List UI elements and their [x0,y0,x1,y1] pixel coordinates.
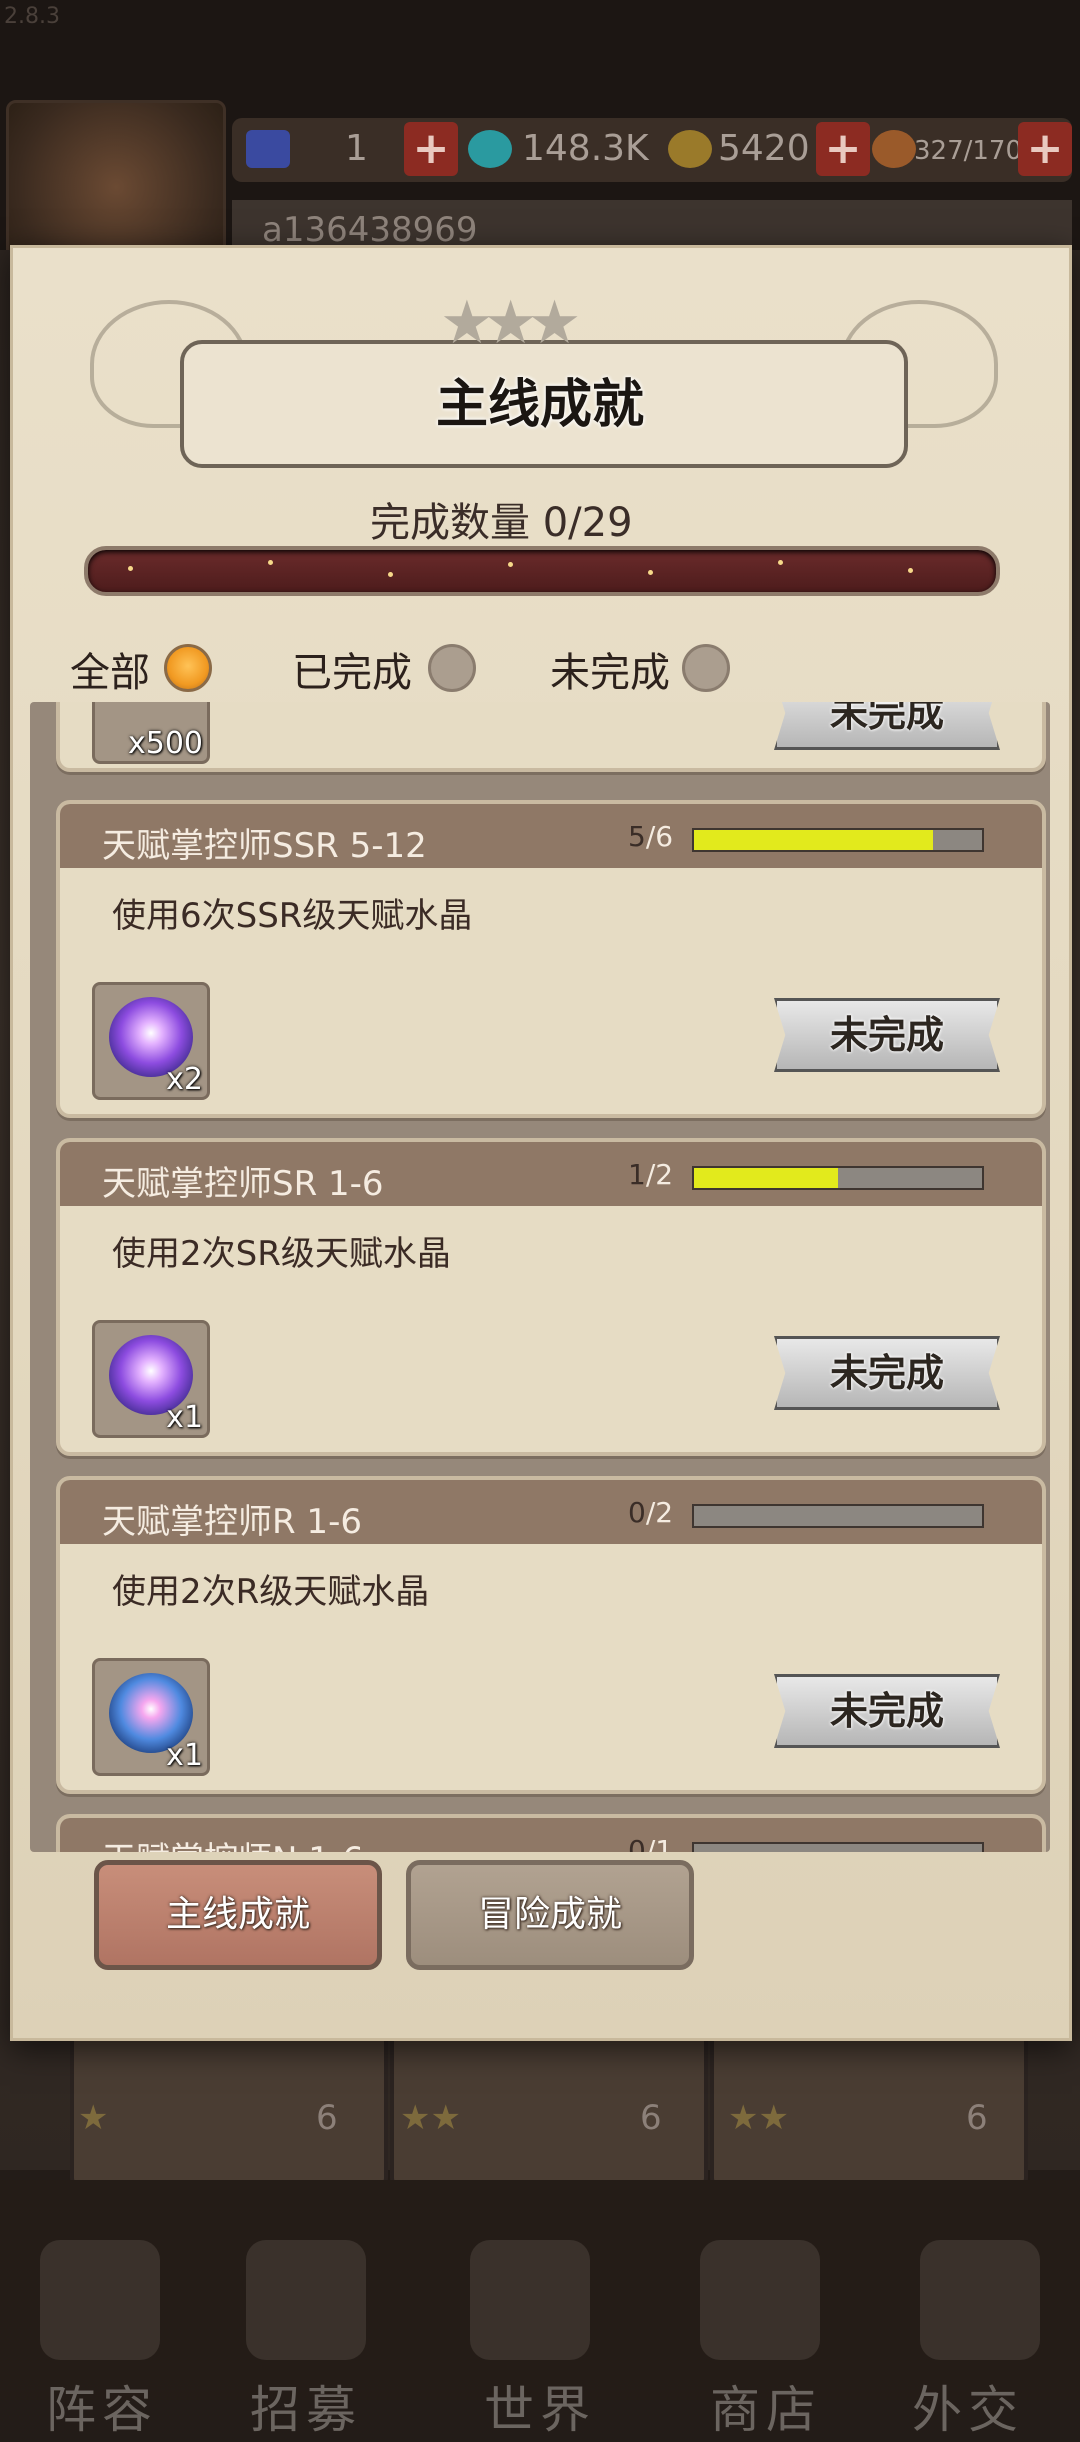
stamina-count: 327/170 [914,136,1023,166]
add-gold-button[interactable]: + [816,122,870,176]
achievement-progress-bar [692,1166,984,1190]
crate-icon [700,2240,820,2360]
sparkle [128,566,133,571]
stamina-drumstick-icon [872,130,916,168]
achievement-progress-bar [692,1504,984,1528]
filter-all-label: 全部 [70,650,150,696]
achievement-title: 天赋掌控师N 1-6 [102,1832,364,1852]
sparkle [648,570,653,575]
status-button[interactable]: 未完成 [774,702,1000,750]
filter-incomplete-label: 未完成 [550,650,670,696]
handshake-icon [920,2240,1040,2360]
achievement-count: 0/1 [628,1834,674,1852]
gold-coin-icon [668,130,712,168]
achievement-title: 天赋掌控师R 1-6 [102,1502,362,1542]
hero-stamina: 6 [966,2098,988,2138]
reward-slot[interactable]: x1 [92,1320,210,1438]
achievement-card: 天赋掌控师N 1-6 0/1 [56,1814,1046,1852]
modal-title: 主线成就 [435,375,644,435]
achievement-description: 使用2次R级天赋水晶 [112,1572,430,1612]
ticket-icon [246,130,290,168]
achievement-description: 使用6次SSR级天赋水晶 [112,896,473,936]
diamond-count: 148.3K [522,128,649,169]
hero-stars: ★★ [728,2098,789,2138]
hero-stamina: 6 [316,2098,338,2138]
diamond-icon [468,130,512,168]
reward-quantity: x1 [166,1400,203,1435]
completion-count: 完成数量 0/29 [370,500,633,546]
achievement-count: 0/2 [628,1496,674,1529]
achievement-count: 1/2 [628,1158,674,1191]
bell-icon [246,2240,366,2360]
helmet-icon [40,2240,160,2360]
achievement-progress-bar [692,828,984,852]
achievement-count: 5/6 [628,820,674,853]
incomplete-status-button[interactable]: 未完成 [774,998,1000,1072]
achievement-title: 天赋掌控师SR 1-6 [102,1164,384,1204]
achievement-title: 天赋掌控师SSR 5-12 [102,826,427,866]
radio-unselected-icon[interactable] [682,644,730,692]
reward-slot[interactable]: x500 [92,702,210,764]
nav-world[interactable]: 世界 [484,2370,596,2442]
incomplete-status-button[interactable]: 未完成 [774,1336,1000,1410]
hero-stars: ★★ [400,2098,461,2138]
nav-lineup[interactable]: 阵容 [46,2370,158,2442]
sparkle [508,562,513,567]
nav-diplomacy[interactable]: 外交 [912,2370,1024,2442]
sparkle [908,568,913,573]
hero-stamina: 6 [640,2098,662,2138]
achievement-card: 天赋掌控师SR 1-6 1/2 使用2次SR级天赋水晶 x1 未完成 [56,1138,1046,1456]
tab-main-achievements[interactable]: 主线成就 [94,1860,382,1970]
reward-slot[interactable]: x2 [92,982,210,1100]
star-crown-icon: ★★★ [440,288,581,358]
nav-recruit[interactable]: 招募 [250,2370,362,2442]
achievement-description: 使用2次SR级天赋水晶 [112,1234,451,1274]
filter-completed[interactable]: 已完成 [292,640,476,698]
reward-slot[interactable]: x1 [92,1658,210,1776]
sparkle [268,560,273,565]
reward-quantity: x2 [166,1062,203,1097]
castle-icon [470,2240,590,2360]
radio-unselected-icon[interactable] [428,644,476,692]
sparkle [388,572,393,577]
achievement-progress-fill [694,1168,838,1188]
add-ticket-button[interactable]: + [404,122,458,176]
gold-count: 5420 [718,128,810,169]
nav-shop[interactable]: 商店 [710,2370,822,2442]
incomplete-status-button[interactable]: 未完成 [774,1674,1000,1748]
player-name: a136438969 [262,210,478,250]
completion-progress-bar [84,546,1000,596]
tab-adventure-achievements[interactable]: 冒险成就 [406,1860,694,1970]
filter-completed-label: 已完成 [292,650,412,696]
reward-quantity: x500 [127,726,203,761]
filter-incomplete[interactable]: 未完成 [550,640,730,698]
achievement-progress-fill [694,830,934,850]
ticket-count: 1 [345,128,368,169]
add-stamina-button[interactable]: + [1018,122,1072,176]
achievement-card: 天赋掌控师SSR 5-12 5/6 使用6次SSR级天赋水晶 x2 未完成 [56,800,1046,1118]
achievement-progress-bar [692,1842,984,1852]
filter-all[interactable]: 全部 [70,640,212,698]
version-label: 2.8.3 [4,4,60,29]
reward-quantity: x1 [166,1738,203,1773]
achievement-list[interactable]: x500 未完成 天赋掌控师SSR 5-12 5/6 使用6次SSR级天赋水晶 … [30,702,1050,1852]
achievement-card: 天赋掌控师R 1-6 0/2 使用2次R级天赋水晶 x1 未完成 [56,1476,1046,1794]
sparkle [778,560,783,565]
radio-selected-icon[interactable] [164,644,212,692]
hero-stars: ★ [78,2098,109,2138]
achievement-card-partial: x500 未完成 [56,702,1046,772]
